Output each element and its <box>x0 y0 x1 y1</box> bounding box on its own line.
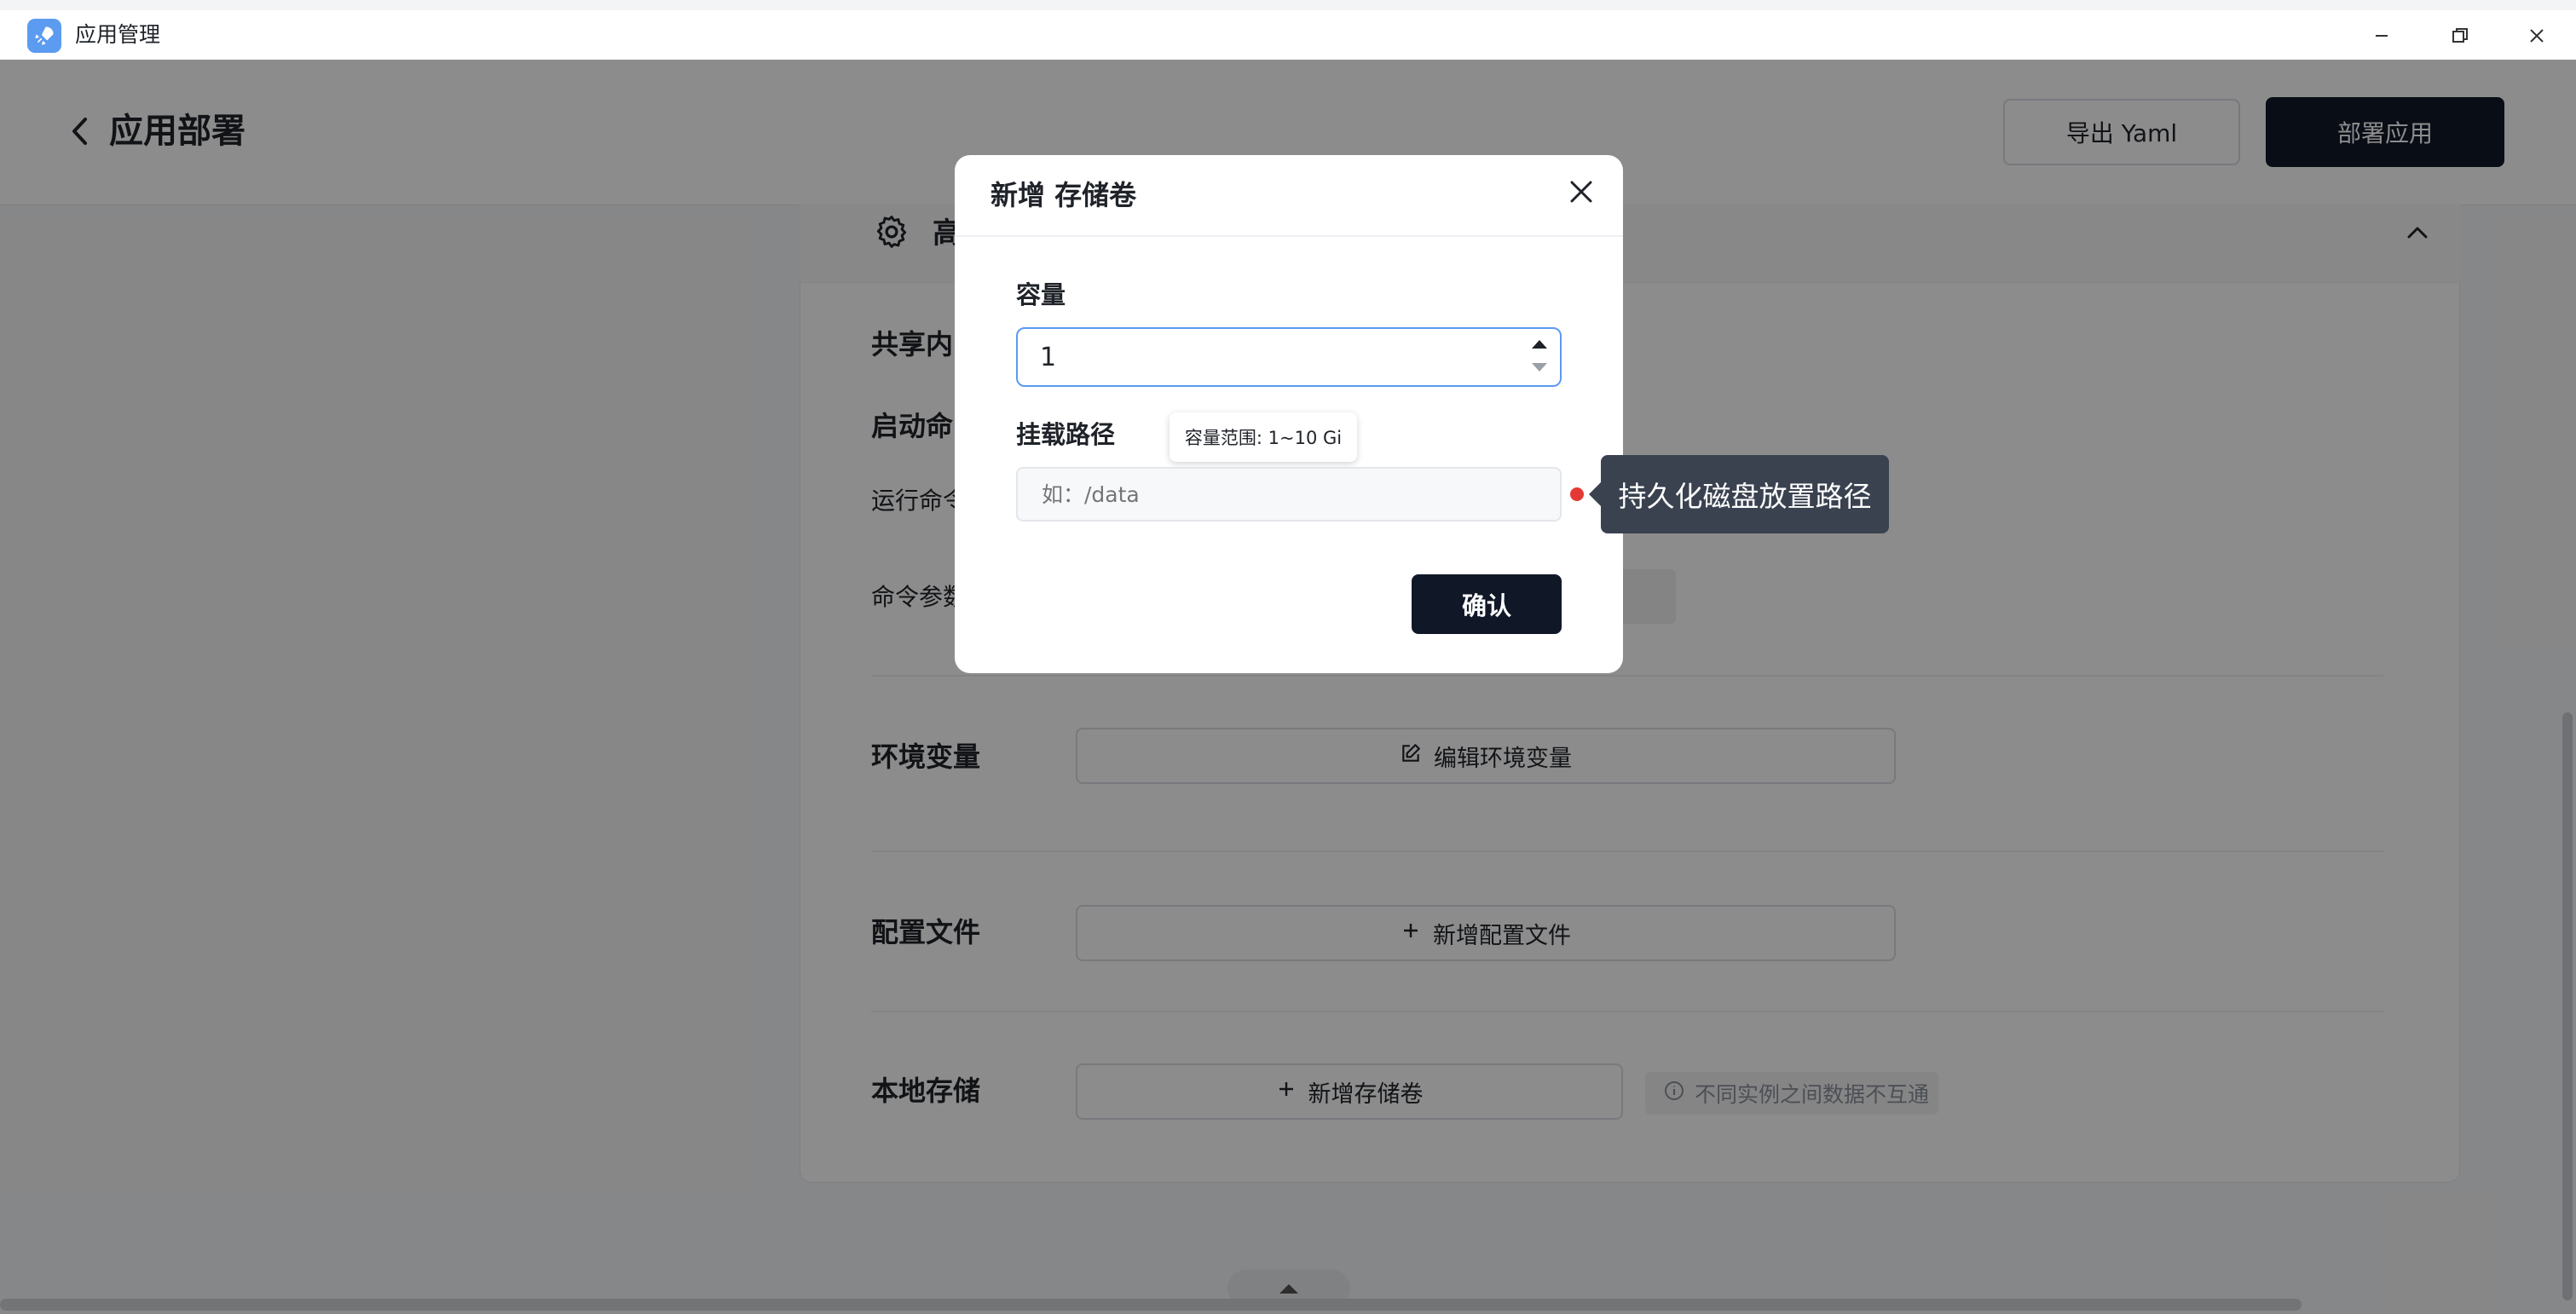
restore-icon[interactable] <box>2441 19 2479 53</box>
dialog-title: 新增 存储卷 <box>991 179 1137 211</box>
capacity-input[interactable]: 1 <box>1016 327 1562 387</box>
mount-path-label: 挂载路径 <box>1016 420 1116 449</box>
capacity-value: 1 <box>1040 342 1057 372</box>
mount-path-tooltip: 持久化磁盘放置路径 <box>1601 455 1889 533</box>
confirm-button[interactable]: 确认 <box>1412 574 1562 634</box>
capacity-label: 容量 <box>1016 280 1066 309</box>
minimize-icon[interactable] <box>2363 19 2400 53</box>
mount-path-input[interactable] <box>1016 467 1562 522</box>
rocket-icon <box>27 19 61 53</box>
window-title: 应用管理 <box>75 22 161 47</box>
capacity-stepper[interactable] <box>1522 331 1557 383</box>
capacity-tooltip: 容量范围: 1~10 Gi <box>1170 412 1357 462</box>
required-indicator <box>1570 487 1584 501</box>
window-titlebar <box>0 0 2576 60</box>
close-icon[interactable] <box>1562 172 1601 211</box>
path-tooltip-arrow <box>1589 482 1601 506</box>
capacity-tooltip-arrow <box>1277 401 1301 412</box>
decrement-arrow-icon[interactable] <box>1530 360 1549 377</box>
close-window-icon[interactable] <box>2518 19 2556 53</box>
increment-arrow-icon[interactable] <box>1530 337 1549 354</box>
